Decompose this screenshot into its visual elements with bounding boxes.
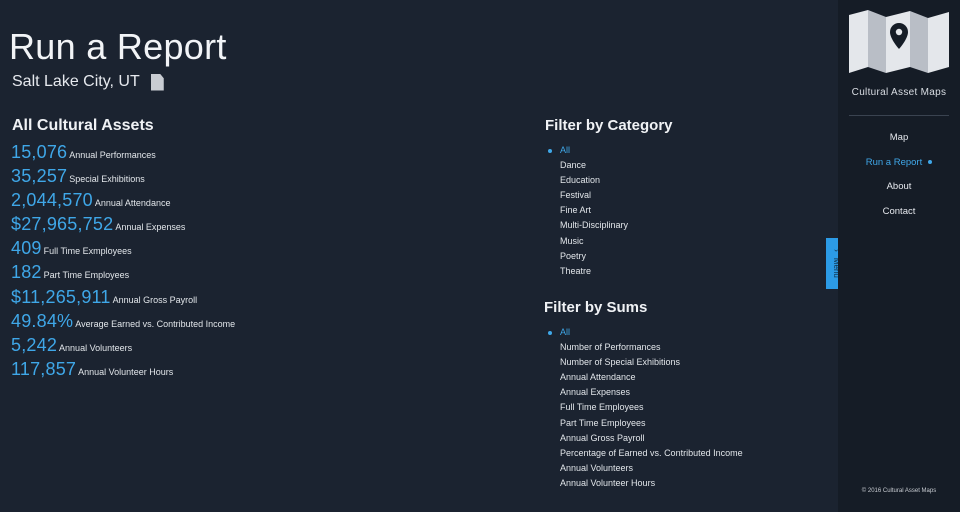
stat-value: $27,965,752	[11, 214, 114, 235]
stat-row: 117,857 Annual Volunteer Hours	[11, 359, 235, 383]
stat-value: 49.84%	[11, 310, 74, 331]
filter-category-option[interactable]: Festival	[545, 188, 628, 203]
document-icon[interactable]	[150, 73, 164, 91]
filter-sums-option[interactable]: Percentage of Earned vs. Contributed Inc…	[545, 446, 743, 461]
stat-value: 409	[11, 238, 42, 259]
nav-item-map[interactable]: Map	[838, 128, 960, 153]
page-title: Run a Report	[9, 26, 227, 67]
stat-label: Annual Expenses	[115, 222, 186, 233]
stat-label: Annual Volunteer Hours	[78, 366, 174, 377]
stat-label: Average Earned vs. Contributed Income	[75, 318, 236, 329]
filter-category-list: All Dance Education Festival Fine Art Multi-D…	[545, 143, 628, 279]
stat-label: Full Time Exmployees	[43, 246, 132, 257]
nav-item-about[interactable]: About	[838, 177, 960, 202]
stat-label: Annual Attendance	[94, 198, 171, 209]
filter-sums-option[interactable]: Full Time Employees	[545, 400, 743, 415]
sidebar-divider	[849, 115, 949, 116]
filter-sums-option[interactable]: Number of Performances	[545, 340, 743, 355]
filter-sums-list: All Number of Performances Number of Speci…	[545, 325, 743, 491]
main-content: Run a Report Salt Lake City, UT All Cult…	[0, 0, 838, 512]
stat-value: $11,265,911	[11, 286, 111, 307]
stat-row: 409 Full Time Exmployees	[11, 238, 235, 262]
nav-item-label: Run a Report	[865, 156, 923, 168]
filter-sums-option[interactable]: Number of Special Exhibitions	[545, 355, 743, 370]
nav-item-label: Contact	[882, 205, 916, 217]
filter-category-option[interactable]: Music	[545, 234, 628, 249]
filter-sums-heading: Filter by Sums	[544, 299, 648, 316]
cultural-asset-maps-logo[interactable]	[848, 9, 950, 75]
nav-item-label: About	[886, 181, 912, 192]
filter-sums-option[interactable]: Part Time Employees	[545, 416, 743, 431]
stat-value: 15,076	[11, 142, 68, 162]
filter-category-option[interactable]: Education	[545, 173, 628, 188]
stat-value: 117,857	[11, 358, 77, 379]
stat-label: Part Time Employees	[43, 270, 130, 281]
active-indicator-dot	[928, 159, 933, 164]
stat-row: 5,242 Annual Volunteers	[11, 335, 235, 359]
brand-name: Cultural Asset Maps	[851, 87, 947, 98]
filter-sums-option[interactable]: All	[545, 325, 743, 340]
stat-value: 5,242	[11, 334, 58, 355]
filter-category-option[interactable]: Theatre	[545, 264, 628, 279]
filter-sums-option[interactable]: Annual Attendance	[545, 370, 743, 385]
stat-row: 15,076 Annual Performances	[11, 142, 235, 166]
stat-value: 182	[11, 262, 42, 283]
stat-row: 2,044,570 Annual Attendance	[11, 190, 235, 214]
stat-label: Annual Gross Payroll	[112, 294, 198, 305]
sidebar: Cultural Asset Maps Map Run a Report About…	[838, 0, 960, 512]
stat-label: Annual Volunteers	[59, 342, 133, 353]
filter-sums-option[interactable]: Annual Volunteer Hours	[545, 476, 743, 491]
stat-label: Annual Performances	[69, 150, 156, 160]
stat-label: Special Exhibitions	[69, 174, 145, 185]
filter-category-option[interactable]: Poetry	[545, 249, 628, 264]
stat-row: $27,965,752 Annual Expenses	[11, 214, 235, 238]
location-line: Salt Lake City, UT	[12, 73, 164, 91]
filter-category-heading: Filter by Category	[545, 117, 673, 134]
sidebar-nav: Map Run a Report About Contact	[838, 128, 960, 226]
filter-category-option[interactable]: Fine Art	[545, 203, 628, 218]
filter-category-option[interactable]: All	[545, 143, 628, 158]
filter-category-option[interactable]: Multi-Disciplinary	[545, 218, 628, 233]
stat-row: $11,265,911 Annual Gross Payroll	[11, 287, 235, 311]
copyright: © 2016 Cultural Asset Maps	[861, 488, 937, 494]
stat-row: 182 Part Time Employees	[11, 262, 235, 286]
nav-item-run-a-report[interactable]: Run a Report	[838, 153, 960, 178]
nav-item-contact[interactable]: Contact	[838, 202, 960, 227]
filter-sums-option[interactable]: Annual Volunteers	[545, 461, 743, 476]
filter-sums-option[interactable]: Annual Expenses	[545, 385, 743, 400]
filter-category-option[interactable]: Dance	[545, 158, 628, 173]
nav-item-label: Map	[889, 132, 909, 143]
stats-list: 15,076 Annual Performances 35,257 Special E…	[11, 142, 235, 383]
assets-heading: All Cultural Assets	[12, 117, 154, 134]
stat-value: 2,044,570	[11, 190, 93, 211]
location-label: Salt Lake City, UT	[12, 73, 140, 90]
stat-row: 35,257 Special Exhibitions	[11, 166, 235, 190]
stat-value: 35,257	[11, 166, 68, 187]
stat-row: 49.84% Average Earned vs. Contributed Inc…	[11, 311, 235, 335]
filter-sums-option[interactable]: Annual Gross Payroll	[545, 431, 743, 446]
